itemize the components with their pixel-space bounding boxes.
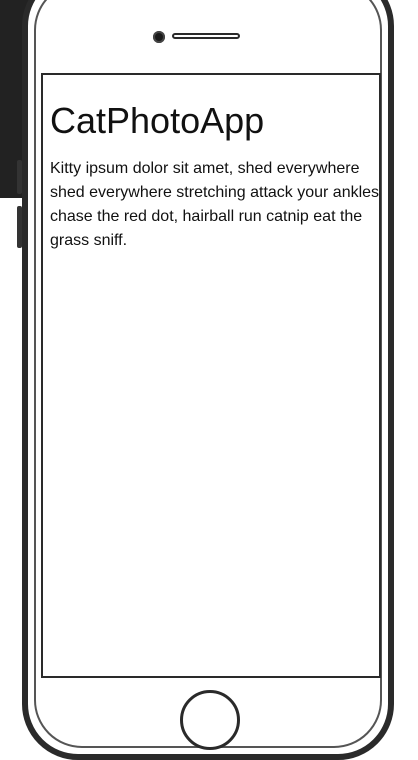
speaker-grille: [172, 33, 240, 39]
phone-screen: CatPhotoApp Kitty ipsum dolor sit amet, …: [41, 73, 381, 678]
volume-up-button: [17, 160, 22, 194]
camera-icon: [153, 31, 165, 43]
app-paragraph: Kitty ipsum dolor sit amet, shed everywh…: [50, 160, 380, 249]
home-button-icon[interactable]: [180, 690, 240, 750]
app-title: CatPhotoApp: [50, 100, 265, 141]
volume-down-button: [17, 206, 22, 248]
